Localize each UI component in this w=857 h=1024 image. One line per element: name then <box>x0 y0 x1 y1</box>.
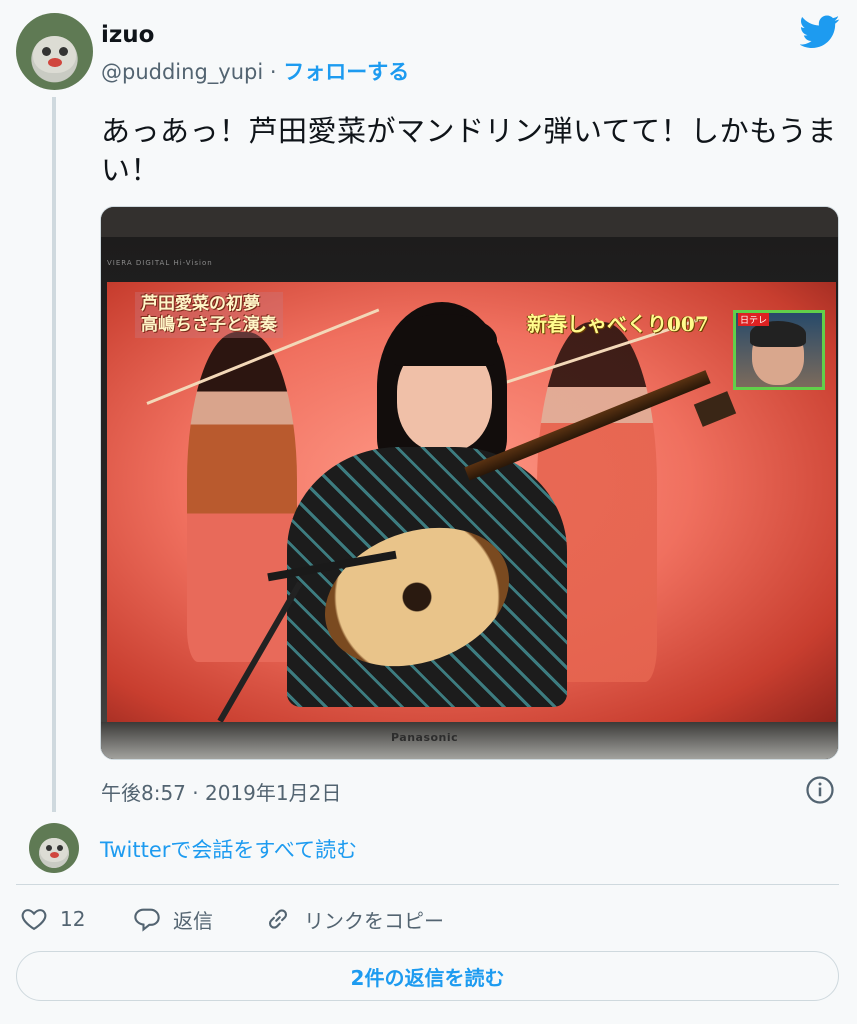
wall-background <box>101 207 838 237</box>
tweet-photo[interactable]: VIERA DIGITAL Hi-Vision 芦田愛菜の初夢 高嶋ちさ子と演奏… <box>100 206 839 760</box>
avatar-face <box>40 838 68 862</box>
reply-button[interactable]: 返信 <box>133 902 213 936</box>
info-icon[interactable] <box>805 775 835 805</box>
tv-logo: Panasonic <box>391 731 459 744</box>
avatar-eye-left <box>46 845 52 851</box>
author-handle[interactable]: @pudding_yupi <box>101 60 263 84</box>
thread-line <box>52 97 56 812</box>
reply-icon <box>134 908 160 932</box>
copy-link-button[interactable]: リンクをコピー <box>264 902 444 936</box>
author-avatar-small[interactable] <box>29 823 79 873</box>
avatar-eye-right <box>57 845 63 851</box>
tweet-text: あっあっ！芦田愛菜がマンドリン弾いてて！しかもうまい！ <box>101 114 837 187</box>
avatar-face <box>32 36 77 74</box>
link-icon <box>268 909 288 929</box>
tv-caption-left-line2: 高嶋ちさ子と演奏 <box>141 315 277 335</box>
read-conversation-link[interactable]: Twitterで会話をすべて読む <box>100 834 357 864</box>
follow-link[interactable]: フォローする <box>283 60 409 84</box>
inset-channel-label: 日テレ <box>738 313 770 326</box>
like-count: 12 <box>60 907 86 931</box>
avatar-mouth <box>50 852 59 858</box>
like-button[interactable]: 12 <box>20 902 85 936</box>
tv-caption-right: 新春しゃべくり007 <box>527 312 709 336</box>
heart-icon <box>21 909 47 931</box>
handle-separator: · <box>269 60 277 84</box>
reply-label: 返信 <box>173 908 213 933</box>
copy-link-label: リンクをコピー <box>304 908 444 933</box>
author-name[interactable]: izuo <box>101 22 154 48</box>
performer-bangs <box>392 314 497 366</box>
author-handle-row: @pudding_yupi · フォローする <box>101 56 409 86</box>
tv-caption-left: 芦田愛菜の初夢 高嶋ちさ子と演奏 <box>135 292 283 338</box>
tv-caption-left-line1: 芦田愛菜の初夢 <box>141 294 260 314</box>
avatar-mouth <box>48 57 63 67</box>
twitter-logo-icon[interactable] <box>800 15 840 49</box>
read-replies-button[interactable]: 2件の返信を読む <box>16 951 839 1001</box>
author-avatar[interactable] <box>16 13 93 90</box>
divider <box>16 884 839 885</box>
tv-inset-window: 日テレ <box>733 310 825 390</box>
mandolin-headstock <box>693 391 737 427</box>
tv-screen: 芦田愛菜の初夢 高嶋ちさ子と演奏 新春しゃべくり007 日テレ <box>107 282 836 728</box>
read-replies-label: 2件の返信を読む <box>350 965 505 990</box>
tv-bezel-bottom <box>101 722 838 759</box>
tweet-timestamp[interactable]: 午後8:57 · 2019年1月2日 <box>101 777 341 806</box>
tv-brand-top: VIERA DIGITAL Hi-Vision <box>107 259 213 267</box>
